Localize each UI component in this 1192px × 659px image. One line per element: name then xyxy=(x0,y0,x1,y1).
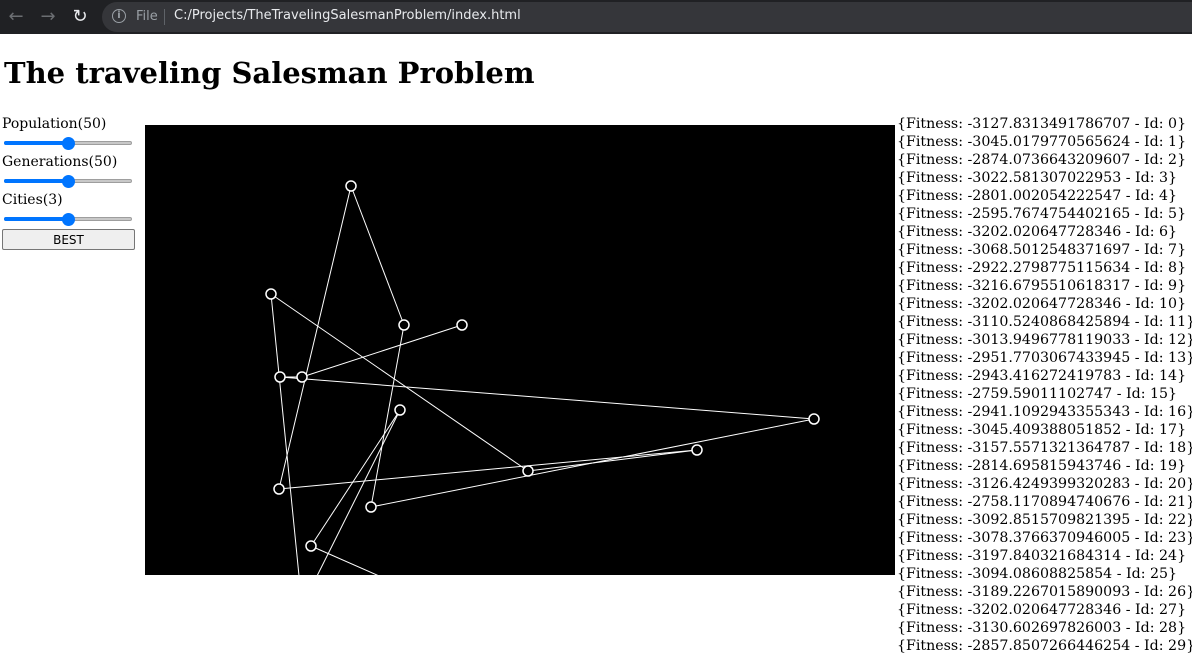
city-node xyxy=(394,404,406,416)
fitness-item: {Fitness: -3068.5012548371697 - Id: 7} xyxy=(897,242,1187,258)
fitness-item: {Fitness: -2801.002054222547 - Id: 4} xyxy=(897,188,1178,204)
file-scheme-label: File xyxy=(136,9,158,24)
route-edge xyxy=(270,293,529,472)
route-edge xyxy=(316,409,401,575)
fitness-item: {Fitness: -3013.9496778119033 - Id: 12} xyxy=(897,332,1192,348)
city-node xyxy=(296,371,308,383)
forward-arrow-icon[interactable]: → xyxy=(36,5,60,29)
route-edge xyxy=(270,293,300,575)
fitness-list: {Fitness: -3127.8313491786707 - Id: 0} {F… xyxy=(897,115,1192,655)
fitness-item: {Fitness: -2758.1170894740676 - Id: 21} xyxy=(897,494,1192,510)
city-node xyxy=(265,288,277,300)
fitness-item: {Fitness: -3094.08608825854 - Id: 25} xyxy=(897,566,1178,582)
route-edge xyxy=(310,409,401,547)
route-edge xyxy=(278,449,698,490)
fitness-item: {Fitness: -3092.8515709821395 - Id: 22} xyxy=(897,512,1192,528)
city-node xyxy=(305,540,317,552)
fitness-item: {Fitness: -3130.602697826003 - Id: 28} xyxy=(897,620,1187,636)
route-edge xyxy=(527,449,698,472)
city-node xyxy=(456,319,468,331)
route-edge xyxy=(310,545,379,575)
city-node xyxy=(365,501,377,513)
slider-thumb[interactable] xyxy=(62,137,75,150)
generations-slider[interactable] xyxy=(4,175,134,188)
slider-fill xyxy=(4,217,68,221)
page-title: The traveling Salesman Problem xyxy=(4,56,535,90)
fitness-item: {Fitness: -3202.020647728346 - Id: 10} xyxy=(897,296,1187,312)
fitness-item: {Fitness: -3216.6795510618317 - Id: 9} xyxy=(897,278,1187,294)
city-node xyxy=(273,483,285,495)
fitness-item: {Fitness: -2951.7703067433945 - Id: 13} xyxy=(897,350,1192,366)
city-node xyxy=(398,319,410,331)
fitness-item: {Fitness: -3022.581307022953 - Id: 3} xyxy=(897,170,1178,186)
address-bar[interactable]: i File C:/Projects/TheTravelingSalesmanP… xyxy=(102,2,1192,32)
city-node xyxy=(274,371,286,383)
slider-fill xyxy=(4,141,68,145)
cities-label: Cities(3) xyxy=(2,192,63,208)
slider-thumb[interactable] xyxy=(62,213,75,226)
city-node xyxy=(345,180,357,192)
fitness-item: {Fitness: -2759.59011102747 - Id: 15} xyxy=(897,386,1178,402)
best-button[interactable]: BEST xyxy=(2,229,135,250)
fitness-item: {Fitness: -2922.2798775115634 - Id: 8} xyxy=(897,260,1187,276)
slider-fill xyxy=(4,179,68,183)
fitness-item: {Fitness: -3126.4249399320283 - Id: 20} xyxy=(897,476,1192,492)
browser-toolbar: ← → ↻ i File C:/Projects/TheTravelingSal… xyxy=(0,0,1192,34)
population-label: Population(50) xyxy=(2,116,107,132)
fitness-item: {Fitness: -3202.020647728346 - Id: 27} xyxy=(897,602,1187,618)
back-arrow-icon[interactable]: ← xyxy=(4,5,28,29)
fitness-item: {Fitness: -2941.1092943355343 - Id: 16} xyxy=(897,404,1192,420)
fitness-item: {Fitness: -3157.5571321364787 - Id: 18} xyxy=(897,440,1192,456)
fitness-item: {Fitness: -3127.8313491786707 - Id: 0} xyxy=(897,116,1187,132)
address-separator xyxy=(164,9,165,25)
route-edge xyxy=(279,376,815,420)
city-node xyxy=(691,444,703,456)
fitness-item: {Fitness: -2874.0736643209607 - Id: 2} xyxy=(897,152,1187,168)
route-edge xyxy=(301,324,463,378)
route-edge xyxy=(370,324,405,508)
route-edge xyxy=(278,185,352,490)
fitness-item: {Fitness: -3189.2267015890093 - Id: 26} xyxy=(897,584,1192,600)
fitness-item: {Fitness: -3045.409388051852 - Id: 17} xyxy=(897,422,1187,438)
route-edge xyxy=(370,418,815,508)
population-slider[interactable] xyxy=(4,137,134,150)
fitness-item: {Fitness: -2857.8507266446254 - Id: 29} xyxy=(897,638,1192,654)
fitness-item: {Fitness: -3197.840321684314 - Id: 24} xyxy=(897,548,1187,564)
fitness-item: {Fitness: -3202.020647728346 - Id: 6} xyxy=(897,224,1178,240)
fitness-item: {Fitness: -3078.3766370946005 - Id: 23} xyxy=(897,530,1192,546)
generations-label: Generations(50) xyxy=(2,154,118,170)
cities-slider[interactable] xyxy=(4,213,134,226)
city-node xyxy=(522,465,534,477)
route-canvas xyxy=(145,125,895,575)
fitness-item: {Fitness: -2595.7674754402165 - Id: 5} xyxy=(897,206,1187,222)
fitness-item: {Fitness: -2814.695815943746 - Id: 19} xyxy=(897,458,1187,474)
info-icon[interactable]: i xyxy=(112,9,126,23)
fitness-item: {Fitness: -3110.5240868425894 - Id: 11} xyxy=(897,314,1192,330)
route-edge xyxy=(350,185,405,326)
reload-icon[interactable]: ↻ xyxy=(68,5,92,29)
fitness-item: {Fitness: -3045.0179770565624 - Id: 1} xyxy=(897,134,1187,150)
url-text[interactable]: C:/Projects/TheTravelingSalesmanProblem/… xyxy=(174,8,521,23)
slider-thumb[interactable] xyxy=(62,175,75,188)
fitness-item: {Fitness: -2943.416272419783 - Id: 14} xyxy=(897,368,1187,384)
city-node xyxy=(808,413,820,425)
